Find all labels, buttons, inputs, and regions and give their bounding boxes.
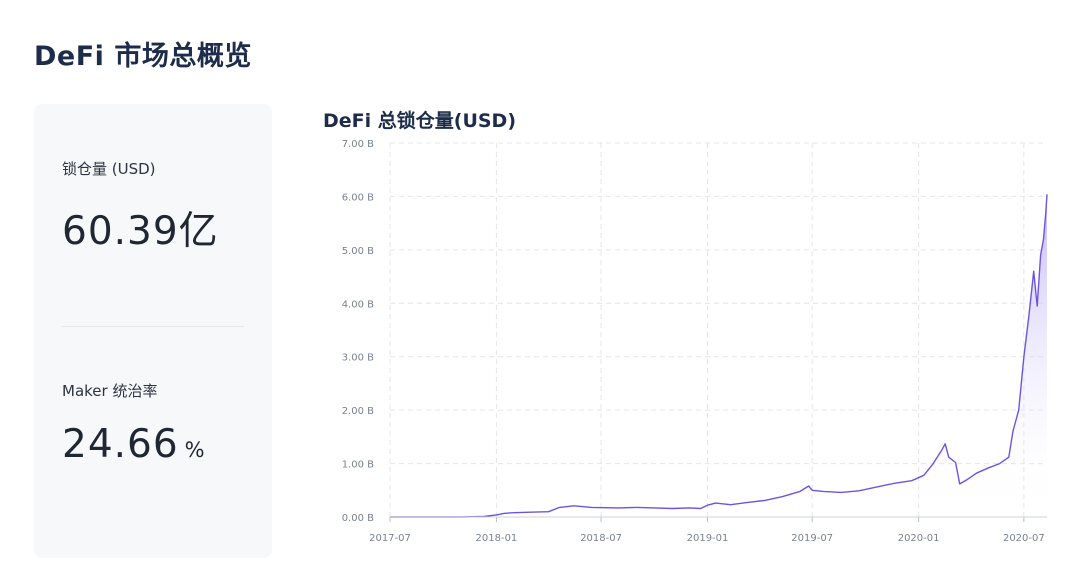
dashboard: DeFi 市场总概览 锁仓量 (USD) 60.39亿 Maker 统治率 24… <box>0 0 1080 578</box>
x-tick-label: 2019-01 <box>687 533 729 544</box>
y-tick-label: 7.00 B <box>342 139 374 150</box>
y-tick-label: 0.00 B <box>342 513 374 524</box>
x-tick-label: 2017-07 <box>369 533 411 544</box>
x-tick-label: 2019-07 <box>791 533 833 544</box>
tvl-area <box>390 194 1047 518</box>
y-tick-label: 5.00 B <box>342 246 374 257</box>
series <box>390 194 1048 518</box>
x-tick-label: 2018-01 <box>476 533 518 544</box>
x-tick-label: 2018-07 <box>580 533 622 544</box>
tvl-chart: 0.00 B 1.00 B 2.00 B 3.00 B 4.00 B 5.00 B 6.00… <box>342 139 1048 544</box>
y-tick-label: 1.00 B <box>342 460 374 471</box>
y-tick-label: 3.00 B <box>342 353 374 364</box>
x-tick-label: 2020-01 <box>898 533 940 544</box>
y-tick-label: 2.00 B <box>342 406 374 417</box>
x-tick-label: 2020-07 <box>1003 533 1045 544</box>
y-tick-label: 4.00 B <box>342 299 374 310</box>
y-tick-label: 6.00 B <box>342 192 374 203</box>
